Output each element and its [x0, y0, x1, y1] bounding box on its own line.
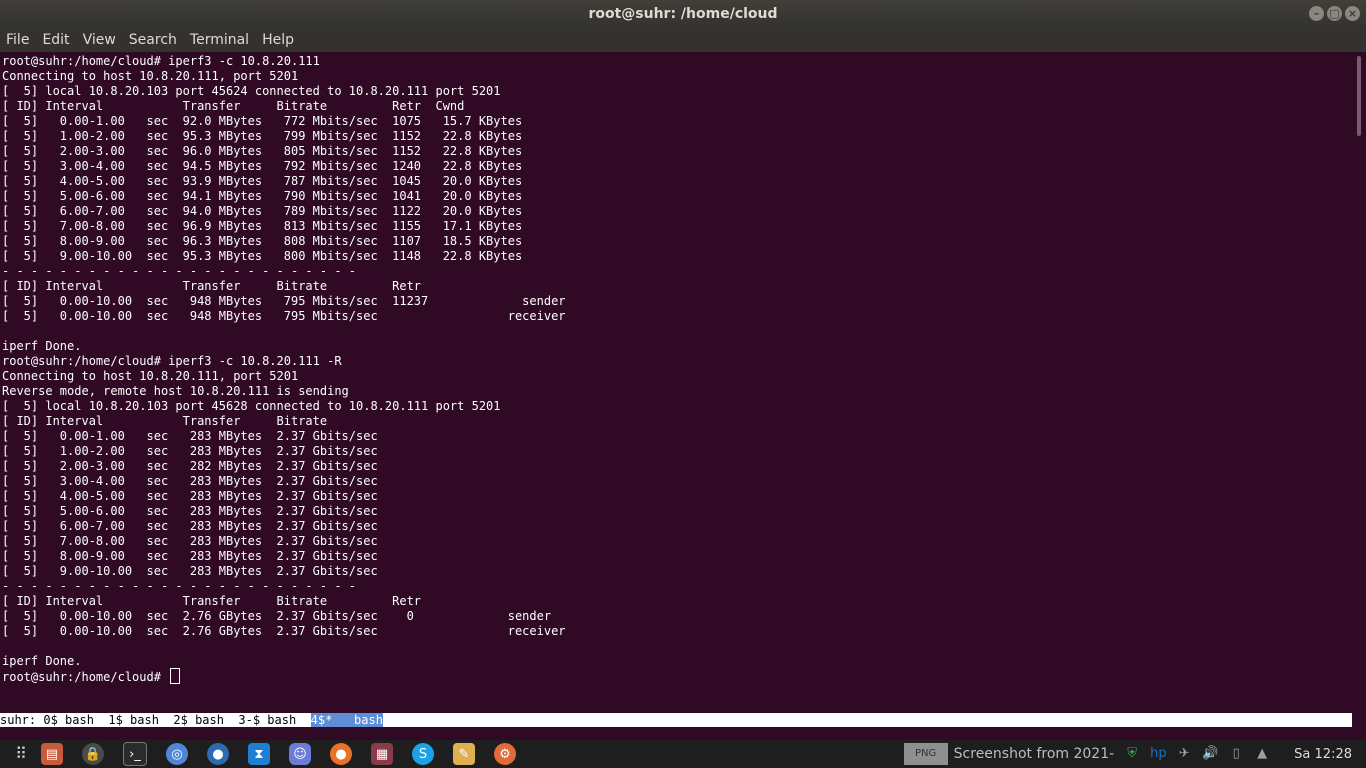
terminal-output: root@suhr:/home/cloud# iperf3 -c 10.8.20… [2, 54, 566, 668]
terminal-scrollbar[interactable] [1352, 52, 1366, 740]
editor-icon[interactable]: ✎ [453, 743, 475, 765]
files-icon[interactable]: ▤ [41, 743, 63, 765]
window-titlebar[interactable]: root@suhr: /home/cloud – □ × [0, 0, 1366, 29]
settings-icon[interactable]: ⚙ [494, 743, 516, 765]
hp-icon[interactable]: hp [1150, 746, 1167, 762]
grid-icon[interactable]: ⠿ [10, 743, 32, 765]
video-icon[interactable]: ▦ [371, 743, 393, 765]
chevron-up-icon[interactable]: ▲ [1254, 746, 1270, 762]
firefox-icon[interactable]: ● [330, 743, 352, 765]
taskbar: ⠿ ▤ 🔒 ›_ ◎ ● ⧗ ☺ ● ▦ S ✎ ⚙ PNG Screensho… [0, 740, 1366, 768]
cursor [170, 668, 181, 684]
system-tray: PNG Screenshot from 2021- ⛨ hp ✈ 🔊 ▯ ▲ S… [903, 740, 1366, 768]
menu-bar: File Edit View Search Terminal Help [0, 29, 1366, 52]
pycharm-icon[interactable]: ● [207, 743, 229, 765]
airplane-icon[interactable]: ✈ [1176, 746, 1192, 762]
maximize-button[interactable]: □ [1327, 6, 1342, 21]
menu-file[interactable]: File [0, 29, 36, 52]
volume-icon[interactable]: 🔊 [1202, 746, 1218, 762]
menu-edit[interactable]: Edit [36, 29, 76, 52]
discord-icon[interactable]: ☺ [289, 743, 311, 765]
clock[interactable]: Sa 12:28 [1294, 747, 1352, 762]
window-controls: – □ × [1309, 6, 1360, 21]
shell-prompt: root@suhr:/home/cloud# [2, 670, 169, 684]
menu-terminal[interactable]: Terminal [184, 29, 256, 52]
scrollbar-thumb[interactable] [1357, 56, 1361, 136]
tmux-windows: suhr: 0$ bash 1$ bash 2$ bash 3-$ bash [0, 713, 311, 727]
lock-icon[interactable]: 🔒 [82, 743, 104, 765]
menu-view[interactable]: View [77, 29, 123, 52]
menu-search[interactable]: Search [123, 29, 184, 52]
window-title: root@suhr: /home/cloud [588, 6, 778, 22]
terminal-area[interactable]: root@suhr:/home/cloud# iperf3 -c 10.8.20… [0, 52, 1352, 740]
close-button[interactable]: × [1345, 6, 1360, 21]
prompt-line[interactable]: root@suhr:/home/cloud# [2, 668, 181, 685]
shield-icon[interactable]: ⛨ [1124, 746, 1140, 762]
tmux-active-window: 4$* bash [310, 713, 383, 727]
battery-icon[interactable]: ▯ [1228, 746, 1244, 762]
png-file-icon[interactable]: PNG [903, 743, 948, 765]
minimize-button[interactable]: – [1309, 6, 1324, 21]
terminal-icon[interactable]: ›_ [123, 742, 147, 766]
screenshot-window-label[interactable]: Screenshot from 2021- [954, 746, 1115, 762]
menu-help[interactable]: Help [256, 29, 301, 52]
chromium-icon[interactable]: ◎ [166, 743, 188, 765]
tmux-status-bar: suhr: 0$ bash 1$ bash 2$ bash 3-$ bash 4… [0, 713, 1352, 727]
skype-icon[interactable]: S [412, 743, 434, 765]
vscode-icon[interactable]: ⧗ [248, 743, 270, 765]
